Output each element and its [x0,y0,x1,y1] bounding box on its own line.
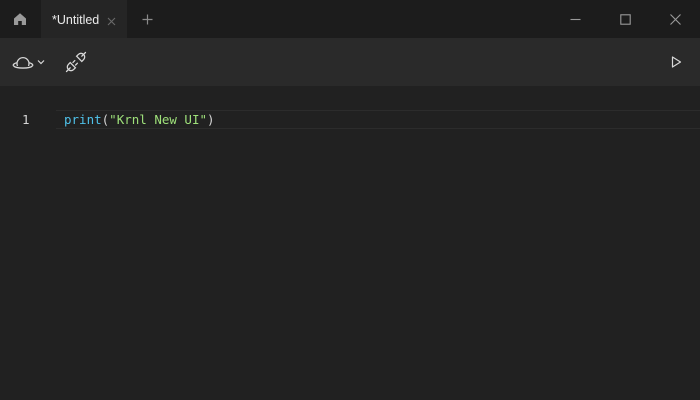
home-button[interactable] [0,0,40,38]
maximize-icon [619,13,631,25]
close-icon [669,13,681,25]
chevron-down-icon [37,60,44,65]
execute-button[interactable] [662,48,690,76]
token-string: "Krnl New UI" [109,112,208,127]
attach-button[interactable] [60,48,92,76]
new-tab-button[interactable] [137,8,157,30]
tab-label: *Untitled [52,13,100,27]
tab-untitled[interactable]: *Untitled [41,0,127,38]
maximize-button[interactable] [600,0,650,38]
plug-icon [65,51,87,73]
title-bar: *Untitled [0,0,700,38]
planet-icon [12,56,33,69]
toolbar [0,38,700,86]
play-icon [671,56,681,68]
app-window: *Untitled 1 print("Krnl New UI") [0,0,700,400]
close-window-button[interactable] [650,0,700,38]
line-number: 1 [22,112,30,127]
token-function: print [64,112,102,127]
tab-close-button[interactable] [107,13,116,31]
plus-icon [142,14,152,24]
minimize-icon [570,18,580,20]
inject-dropdown-button[interactable] [8,48,48,76]
close-icon [107,17,116,26]
home-icon [14,13,26,25]
code-line[interactable]: 1 print("Krnl New UI") [0,110,700,129]
minimize-button[interactable] [550,0,600,38]
code-text[interactable]: print("Krnl New UI") [64,112,215,127]
code-editor[interactable]: 1 print("Krnl New UI") [0,86,700,400]
token-close-paren: ) [207,112,215,127]
